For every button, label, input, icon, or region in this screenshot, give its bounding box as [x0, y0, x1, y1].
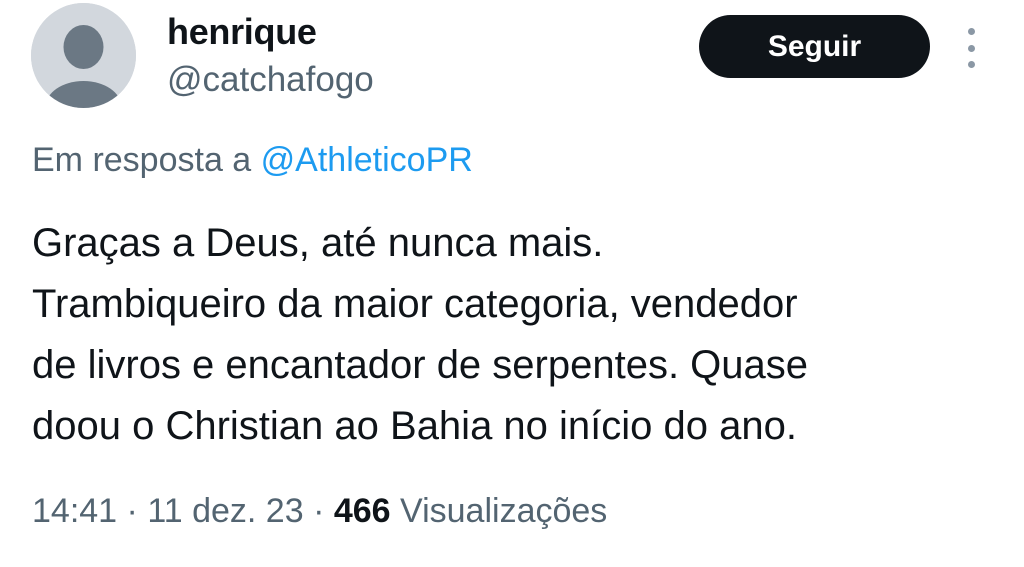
- reply-prefix: Em resposta a: [32, 141, 252, 179]
- tweet-time[interactable]: 14:41: [32, 492, 117, 530]
- tweet-date[interactable]: 11 dez. 23: [147, 492, 303, 530]
- separator: ·: [126, 492, 138, 530]
- avatar[interactable]: [31, 3, 136, 108]
- separator: ·: [313, 492, 325, 530]
- tweet-text-line: doou o Christian ao Bahia no início do a…: [32, 404, 797, 448]
- default-avatar-silhouette-icon: [31, 3, 136, 108]
- reply-mention-link[interactable]: @AthleticoPR: [261, 141, 473, 179]
- dot: [967, 28, 975, 35]
- author-display-name[interactable]: henrique: [167, 12, 317, 52]
- tweet-text-line: de livros e encantador de serpentes. Qua…: [32, 343, 809, 387]
- tweet-text-line: Trambiqueiro da maior categoria, vendedo…: [32, 282, 798, 326]
- dot: [967, 61, 975, 68]
- views-label: Visualizações: [400, 492, 608, 530]
- tweet-text-line: Graças a Deus, até nunca mais.: [32, 221, 604, 265]
- tweet-metadata: 14:41 · 11 dez. 23 · 466 Visualizações: [32, 491, 607, 531]
- tweet-card: henrique @catchafogo Seguir Em resposta …: [0, 0, 1024, 567]
- follow-button[interactable]: Seguir: [699, 15, 930, 78]
- tweet-text: Graças a Deus, até nunca mais. Trambique…: [32, 213, 992, 457]
- views-count: 466: [333, 492, 391, 530]
- reply-context: Em resposta a @AthleticoPR: [32, 140, 473, 180]
- more-options-icon[interactable]: [961, 28, 981, 68]
- dot: [967, 44, 975, 52]
- author-handle[interactable]: @catchafogo: [167, 60, 374, 100]
